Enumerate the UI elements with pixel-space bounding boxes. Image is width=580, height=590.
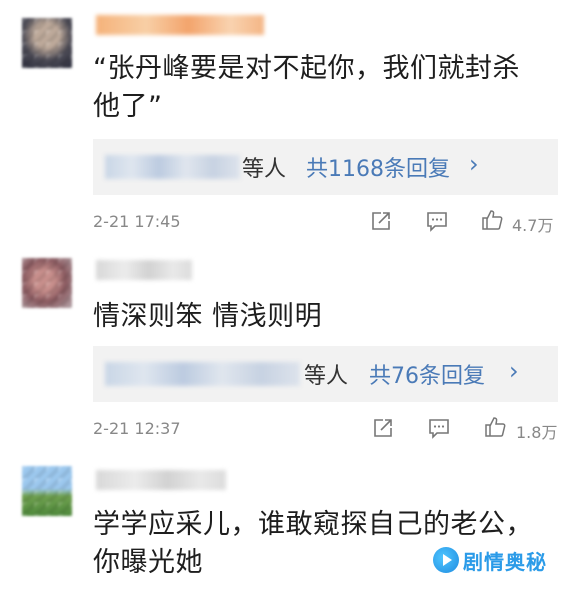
share-icon[interactable] — [372, 417, 394, 439]
timestamp: 2-21 12:37 — [93, 419, 181, 438]
comment-text: “张丹峰要是对不起你，我们就封杀 他了” — [93, 50, 520, 126]
comment-text-line: “张丹峰要是对不起你，我们就封杀 — [93, 53, 520, 84]
watermark-text: 剧情奥秘 — [463, 549, 547, 574]
watermark: 剧情奥秘 — [433, 543, 547, 577]
replier-names — [105, 155, 240, 179]
reply-who: 等人 — [304, 364, 349, 389]
avatar[interactable] — [22, 258, 72, 308]
like-icon[interactable] — [481, 209, 503, 231]
username[interactable] — [96, 15, 264, 35]
like-count: 4.7万 — [512, 216, 554, 235]
username[interactable] — [96, 260, 192, 280]
comment-icon[interactable] — [426, 210, 448, 232]
reply-count-link[interactable]: 共76条回复 — [369, 358, 485, 390]
comment-text-line: 学学应采儿，谁敢窥探自己的老公， — [93, 509, 533, 540]
username[interactable] — [96, 470, 226, 490]
reply-summary[interactable]: 等人 共76条回复 › — [93, 346, 558, 402]
like-icon[interactable] — [484, 416, 506, 438]
share-icon[interactable] — [370, 210, 392, 232]
comment-icon[interactable] — [428, 417, 450, 439]
reply-count-link[interactable]: 共1168条回复 — [306, 151, 450, 183]
comment-text-line: 情深则笨 情浅则明 — [93, 301, 323, 332]
comment-text: 情深则笨 情浅则明 — [93, 298, 322, 336]
like-count: 1.8万 — [516, 423, 558, 442]
timestamp: 2-21 17:45 — [93, 212, 181, 231]
replier-names — [105, 362, 300, 386]
chevron-right-icon[interactable]: › — [469, 150, 479, 178]
reply-who: 等人 — [242, 157, 287, 182]
avatar[interactable] — [22, 18, 72, 68]
reply-summary[interactable]: 等人 共1168条回复 › — [93, 139, 558, 195]
avatar[interactable] — [22, 466, 72, 516]
watermark-logo-icon — [433, 547, 459, 573]
chevron-right-icon[interactable]: › — [509, 357, 519, 385]
comment-text-line: 他了” — [93, 91, 163, 122]
